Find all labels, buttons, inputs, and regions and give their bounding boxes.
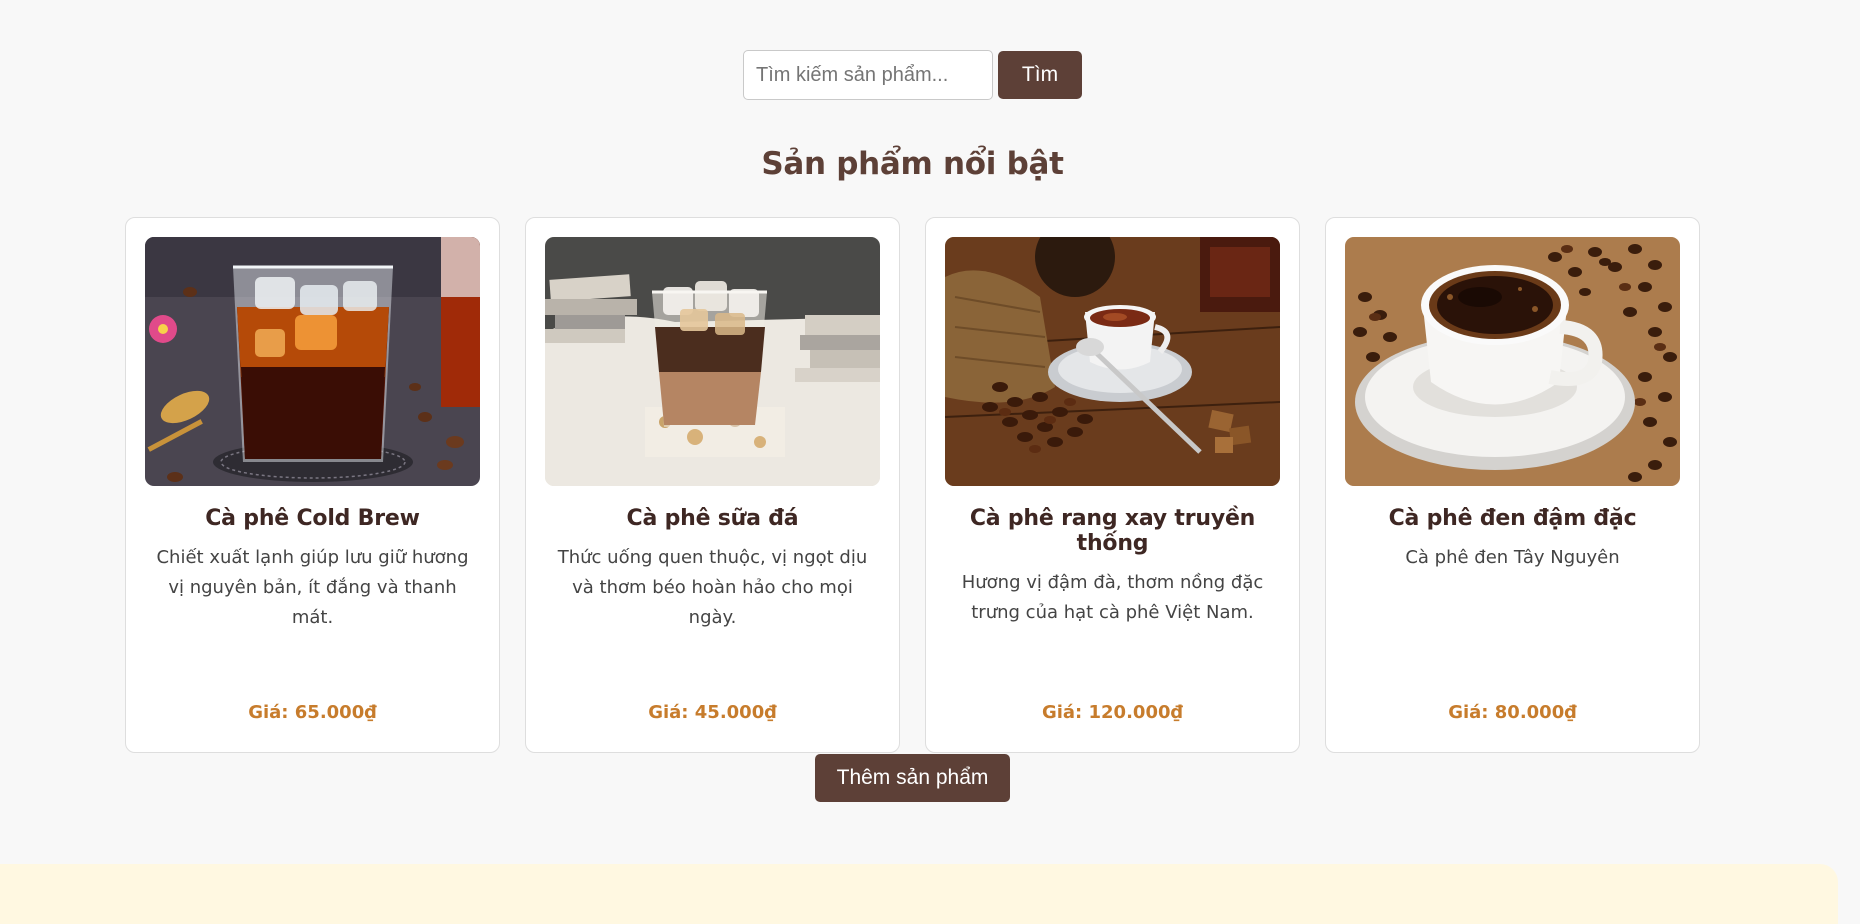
- search-button[interactable]: Tìm: [998, 51, 1082, 99]
- product-description: Thức uống quen thuộc, vị ngọt dịu và thơ…: [557, 547, 868, 628]
- product-grid: Cà phê Cold Brew Chiết xuất lạnh giúp lư…: [125, 217, 1700, 753]
- footer-section: [0, 864, 1838, 924]
- product-card[interactable]: Cà phê sữa đá Thức uống quen thuộc, vị n…: [525, 217, 900, 753]
- product-name: Cà phê rang xay truyền thống: [969, 506, 1256, 556]
- product-image-iced-milk-coffee: [545, 237, 880, 486]
- product-description: Cà phê đen Tây Nguyên: [1405, 547, 1620, 568]
- product-description: Hương vị đậm đà, thơm nồng đặc trưng của…: [961, 572, 1264, 623]
- product-card[interactable]: Cà phê đen đậm đặc Cà phê đen Tây Nguyên…: [1325, 217, 1700, 753]
- product-image-traditional-roast: [945, 237, 1280, 486]
- product-price: Giá: 45.000₫: [648, 702, 777, 723]
- product-name: Cà phê sữa đá: [626, 506, 799, 531]
- product-image-cold-brew: [145, 237, 480, 486]
- product-price: Giá: 65.000₫: [248, 702, 377, 723]
- product-name: Cà phê đen đậm đặc: [1388, 506, 1637, 531]
- product-image-black-coffee: [1345, 237, 1680, 486]
- search-input[interactable]: [743, 50, 993, 100]
- product-price: Giá: 120.000₫: [1041, 702, 1184, 723]
- product-card[interactable]: Cà phê Cold Brew Chiết xuất lạnh giúp lư…: [125, 217, 500, 753]
- product-description: Chiết xuất lạnh giúp lưu giữ hương vị ng…: [156, 547, 469, 628]
- product-name: Cà phê Cold Brew: [205, 506, 420, 531]
- section-title: Sản phẩm nổi bật: [761, 146, 1064, 182]
- search-bar: Tìm: [743, 50, 1082, 100]
- product-price: Giá: 80.000₫: [1448, 702, 1577, 723]
- product-card[interactable]: Cà phê rang xay truyền thống Hương vị đậ…: [925, 217, 1300, 753]
- add-product-button[interactable]: Thêm sản phẩm: [815, 754, 1010, 802]
